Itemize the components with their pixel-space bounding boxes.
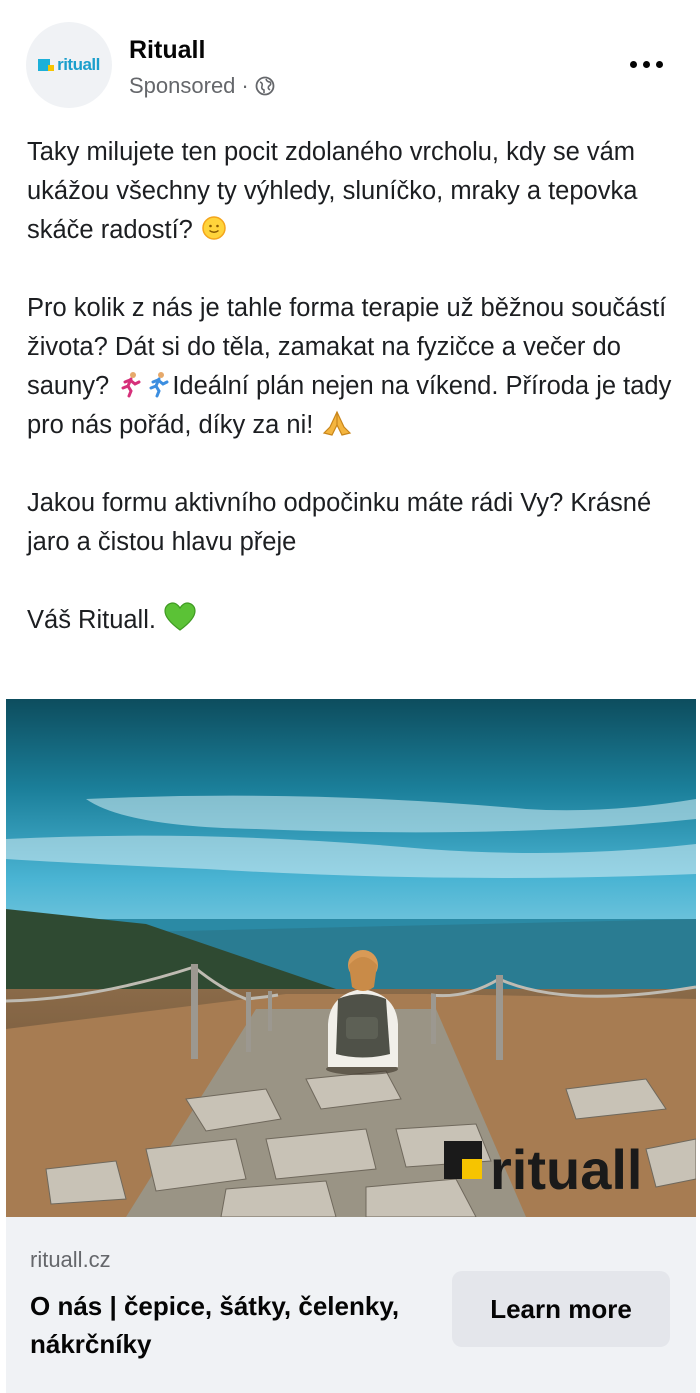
link-title[interactable]: O nás | čepice, šátky, čelenky, nákrčník… — [30, 1287, 430, 1363]
post-text: Taky milujete ten pocit zdolaného vrchol… — [27, 133, 677, 640]
sponsored-label[interactable]: Sponsored — [129, 73, 235, 99]
post-paragraph: Taky milujete ten pocit zdolaného vrchol… — [27, 138, 638, 244]
post-header: rituall Rituall Sponsored · — [0, 0, 700, 118]
learn-more-button[interactable]: Learn more — [452, 1271, 670, 1347]
person-running-emoji — [121, 372, 141, 398]
meta-separator: · — [241, 73, 249, 98]
sponsored-post: rituall Rituall Sponsored · Taky milujet… — [0, 0, 700, 1393]
rituall-logo: rituall — [38, 55, 100, 75]
person-running-emoji — [149, 372, 169, 398]
globe-icon — [255, 76, 275, 96]
green-heart-emoji — [164, 602, 196, 631]
post-paragraph: Pro kolik z nás je tahle forma terapie u… — [27, 294, 672, 439]
link-preview[interactable]: rituall.cz O nás | čepice, šátky, čelenk… — [6, 1217, 696, 1393]
avatar[interactable]: rituall — [26, 22, 112, 108]
mountain-hiker-photo: rituall — [6, 699, 696, 1217]
link-domain[interactable]: rituall.cz — [30, 1247, 111, 1273]
svg-text:rituall: rituall — [490, 1138, 642, 1201]
sun-face-emoji — [202, 216, 226, 240]
post-paragraph: Váš Rituall. — [27, 601, 677, 640]
post-paragraph: Jakou formu aktivního odpočinku máte rád… — [27, 489, 652, 556]
more-options-icon[interactable] — [630, 56, 666, 72]
ad-image[interactable]: rituall — [6, 699, 696, 1217]
folded-hands-emoji — [323, 410, 352, 436]
post-meta: Sponsored · — [129, 73, 275, 99]
page-name[interactable]: Rituall — [129, 36, 205, 65]
